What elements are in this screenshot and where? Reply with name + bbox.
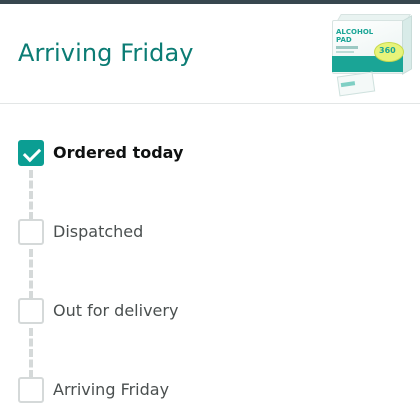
step-label: Arriving Friday (53, 380, 170, 399)
step-label: Ordered today (53, 143, 184, 162)
box-side-shape (402, 15, 412, 75)
checkbox-empty-icon (18, 219, 44, 245)
alcohol-pad-packet-icon (336, 71, 376, 97)
progress-connector (29, 328, 33, 378)
product-box-text: ALCOHOL PAD (336, 28, 374, 44)
tracker-step-out-for-delivery: Out for delivery (18, 298, 398, 324)
progress-connector (29, 249, 33, 299)
step-label: Dispatched (53, 222, 144, 241)
box-detail-line (336, 46, 358, 49)
shipment-progress-tracker: Ordered today Dispatched Out for deliver… (0, 104, 420, 420)
delivery-header: Arriving Friday ALCOHOL PAD 360 (0, 4, 420, 103)
tracker-step-arriving: Arriving Friday (18, 377, 398, 403)
product-image[interactable]: ALCOHOL PAD 360 (328, 12, 416, 98)
product-badge-text: 360 (379, 46, 396, 55)
box-detail-line (336, 51, 354, 53)
checkbox-checked-icon (18, 140, 44, 166)
tracker-step-dispatched: Dispatched (18, 219, 398, 245)
checkbox-empty-icon (18, 298, 44, 324)
progress-connector (29, 170, 33, 220)
pad-stripe (340, 81, 356, 88)
delivery-title: Arriving Friday (18, 39, 194, 67)
step-label: Out for delivery (53, 301, 179, 320)
product-badge: 360 (374, 42, 404, 62)
checkbox-empty-icon (18, 377, 44, 403)
tracker-step-ordered: Ordered today (18, 140, 398, 166)
checkmark-icon (22, 143, 42, 163)
delivery-status-page: Arriving Friday ALCOHOL PAD 360 Ordered … (0, 0, 420, 420)
